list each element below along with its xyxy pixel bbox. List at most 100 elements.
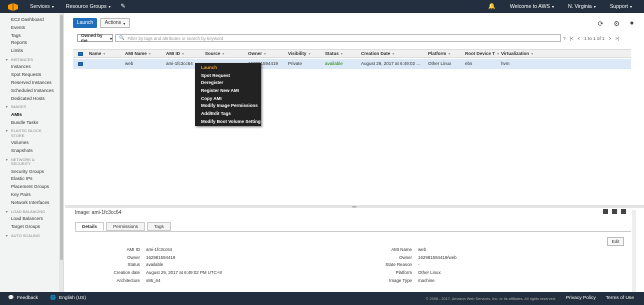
edit-button[interactable]: Edit bbox=[607, 237, 624, 246]
feedback-label: Feedback bbox=[16, 296, 39, 301]
account-menu[interactable]: Welcome to AWS ▾ bbox=[510, 4, 554, 10]
pin-icon[interactable]: ✎ bbox=[121, 3, 126, 10]
tab-tags[interactable]: Tags bbox=[147, 222, 171, 231]
col-ami-name[interactable]: AMI Name ▾ bbox=[125, 50, 151, 58]
account-label: Welcome to AWS bbox=[509, 3, 550, 10]
col-ami-id[interactable]: AMI ID ▾ bbox=[166, 50, 184, 58]
chevron-down-icon: ▾ bbox=[51, 4, 54, 9]
support-menu[interactable]: Support ▾ bbox=[610, 4, 632, 10]
resource-groups-menu[interactable]: Resource Groups ▾ bbox=[66, 4, 111, 10]
sidebar-item-reports[interactable]: Reports bbox=[0, 39, 63, 47]
sidebar-item-reserved-instances[interactable]: Reserved Instances bbox=[0, 79, 63, 87]
select-all-checkbox[interactable] bbox=[78, 51, 83, 56]
sidebar-item-security-groups[interactable]: Security Groups bbox=[0, 168, 63, 176]
sort-icon: ▾ bbox=[448, 51, 451, 56]
region-menu[interactable]: N. Virginia ▾ bbox=[568, 4, 596, 10]
col-source[interactable]: Source ▾ bbox=[205, 50, 224, 58]
table-row[interactable]: web ami-1fc3cc64 162981594419 Private av… bbox=[73, 59, 631, 69]
sidebar-item-bundle-tasks[interactable]: Bundle Tasks bbox=[0, 119, 63, 127]
resource-groups-label: Resource Groups bbox=[65, 3, 107, 10]
col-label: AMI ID bbox=[166, 51, 180, 56]
help-icon[interactable]: ● bbox=[630, 20, 634, 28]
services-menu[interactable]: Services ▾ bbox=[30, 4, 54, 10]
gear-icon[interactable]: ⚙ bbox=[613, 20, 619, 28]
sidebar-item-dedicated-hosts[interactable]: Dedicated Hosts bbox=[0, 95, 63, 103]
sidebar-item-amis[interactable]: AMIs bbox=[0, 111, 63, 119]
col-label: Name bbox=[89, 51, 102, 56]
panel-split-icon[interactable] bbox=[612, 209, 617, 214]
menu-item-spot-request[interactable]: Spot Request bbox=[195, 72, 261, 80]
tab-permissions[interactable]: Permissions bbox=[106, 222, 146, 231]
col-platform[interactable]: Platform ▾ bbox=[428, 50, 450, 58]
terms-of-use-link[interactable]: Terms of Use bbox=[606, 296, 634, 301]
col-virtualization[interactable]: Virtualization ▾ bbox=[501, 50, 533, 58]
col-name[interactable]: Name ▾ bbox=[89, 50, 105, 58]
sort-icon: ▾ bbox=[392, 51, 395, 56]
col-visibility[interactable]: Visibility ▾ bbox=[288, 50, 310, 58]
col-owner[interactable]: Owner ▾ bbox=[248, 50, 266, 58]
prev-page-icon[interactable]: < bbox=[577, 36, 580, 41]
panel-minimize-icon[interactable] bbox=[621, 209, 626, 214]
menu-item-register-new-ami[interactable]: Register New AMI bbox=[195, 87, 261, 95]
search-input[interactable]: 🔍 Filter by tags and attributes or search… bbox=[115, 34, 561, 42]
menu-item-copy-ami[interactable]: Copy AMI bbox=[195, 95, 261, 103]
sidebar-item-limits[interactable]: Limits bbox=[0, 47, 63, 55]
language-selector[interactable]: 🌐 English (US) bbox=[50, 296, 86, 301]
feedback-link[interactable]: 💬 Feedback bbox=[8, 296, 38, 301]
sidebar-item-target-groups[interactable]: Target Groups bbox=[0, 223, 63, 231]
detail-label-architecture: Architecture bbox=[116, 277, 140, 283]
sidebar-item-scheduled-instances[interactable]: Scheduled Instances bbox=[0, 87, 63, 95]
sidebar-item-snapshots[interactable]: Snapshots bbox=[0, 147, 63, 155]
menu-item-deregister[interactable]: Deregister bbox=[195, 79, 261, 87]
sidebar-item-network-interfaces[interactable]: Network Interfaces bbox=[0, 199, 63, 207]
sidebar-item-events[interactable]: Events bbox=[0, 24, 63, 32]
pager-text: 1 to 1 of 1 bbox=[584, 35, 605, 41]
actions-button[interactable]: Actions ▾ bbox=[100, 18, 130, 28]
first-page-icon[interactable]: |< bbox=[570, 36, 574, 41]
panel-splitter[interactable]: ▪▪▪ bbox=[65, 205, 644, 209]
bell-icon[interactable]: 🔔 bbox=[488, 3, 495, 10]
owned-by-select[interactable]: Owned by me ▾ bbox=[77, 33, 113, 43]
next-page-icon[interactable]: > bbox=[609, 36, 612, 41]
detail-value-creation-date: August 29, 2017 at 6:49:02 PM UTC+8 bbox=[146, 270, 222, 276]
sidebar-section-ebs[interactable]: ▼ ELASTIC BLOCK STORE bbox=[0, 128, 63, 138]
menu-item-modify-image-permissions[interactable]: Modify Image Permissions bbox=[195, 102, 261, 110]
sidebar-section-instances[interactable]: ▼ INSTANCES bbox=[0, 57, 63, 62]
detail-label-owner: Owner bbox=[127, 254, 140, 260]
col-status[interactable]: Status ▾ bbox=[325, 50, 343, 58]
row-checkbox[interactable] bbox=[78, 61, 83, 66]
privacy-policy-link[interactable]: Privacy Policy bbox=[566, 296, 596, 301]
last-page-icon[interactable]: >| bbox=[615, 36, 619, 41]
menu-item-modify-boot-volume[interactable]: Modify Boot Volume Setting bbox=[195, 118, 261, 126]
sidebar-item-load-balancers[interactable]: Load Balancers bbox=[0, 215, 63, 223]
col-label: AMI Name bbox=[125, 51, 147, 56]
menu-item-launch[interactable]: Launch bbox=[195, 64, 261, 72]
sidebar-item-placement-groups[interactable]: Placement Groups bbox=[0, 183, 63, 191]
tab-details[interactable]: Details bbox=[75, 222, 105, 231]
help-circle-icon[interactable]: ? bbox=[563, 36, 566, 41]
sidebar-item-tags[interactable]: Tags bbox=[0, 32, 63, 40]
detail-title: Image: ami-1fc3cc64 bbox=[75, 210, 122, 216]
launch-button[interactable]: Launch bbox=[73, 18, 97, 28]
sidebar-scrollbar[interactable] bbox=[59, 13, 63, 292]
refresh-icon[interactable]: ⟳ bbox=[598, 20, 604, 28]
scrollbar-thumb[interactable] bbox=[59, 15, 63, 260]
sidebar-section-load-balancing[interactable]: ▼ LOAD BALANCING bbox=[0, 209, 63, 214]
aws-cube-icon[interactable] bbox=[8, 2, 18, 11]
sidebar-item-volumes[interactable]: Volumes bbox=[0, 139, 63, 147]
menu-item-add-edit-tags[interactable]: Add/Edit Tags bbox=[195, 110, 261, 118]
sidebar-section-auto-scaling[interactable]: ▼ AUTO SCALING bbox=[0, 233, 63, 238]
language-label: English (US) bbox=[59, 296, 86, 301]
sidebar-item-ec2-dashboard[interactable]: EC2 Dashboard bbox=[0, 16, 63, 24]
sidebar-item-key-pairs[interactable]: Key Pairs bbox=[0, 191, 63, 199]
sidebar-section-images[interactable]: ▼ IMAGES bbox=[0, 104, 63, 109]
sidebar-item-instances[interactable]: Instances bbox=[0, 63, 63, 71]
panel-layout-icon[interactable] bbox=[603, 209, 608, 214]
sidebar-item-spot-requests[interactable]: Spot Requests bbox=[0, 71, 63, 79]
sidebar-section-network[interactable]: ▼ NETWORK & SECURITY bbox=[0, 157, 63, 167]
col-root-device[interactable]: Root Device T ▾ bbox=[465, 50, 499, 58]
sort-icon: ▾ bbox=[531, 51, 534, 56]
col-creation-date[interactable]: Creation Date ▾ bbox=[361, 50, 394, 58]
sidebar-item-elastic-ips[interactable]: Elastic IPs bbox=[0, 175, 63, 183]
detail-scrollbar[interactable] bbox=[632, 210, 636, 292]
